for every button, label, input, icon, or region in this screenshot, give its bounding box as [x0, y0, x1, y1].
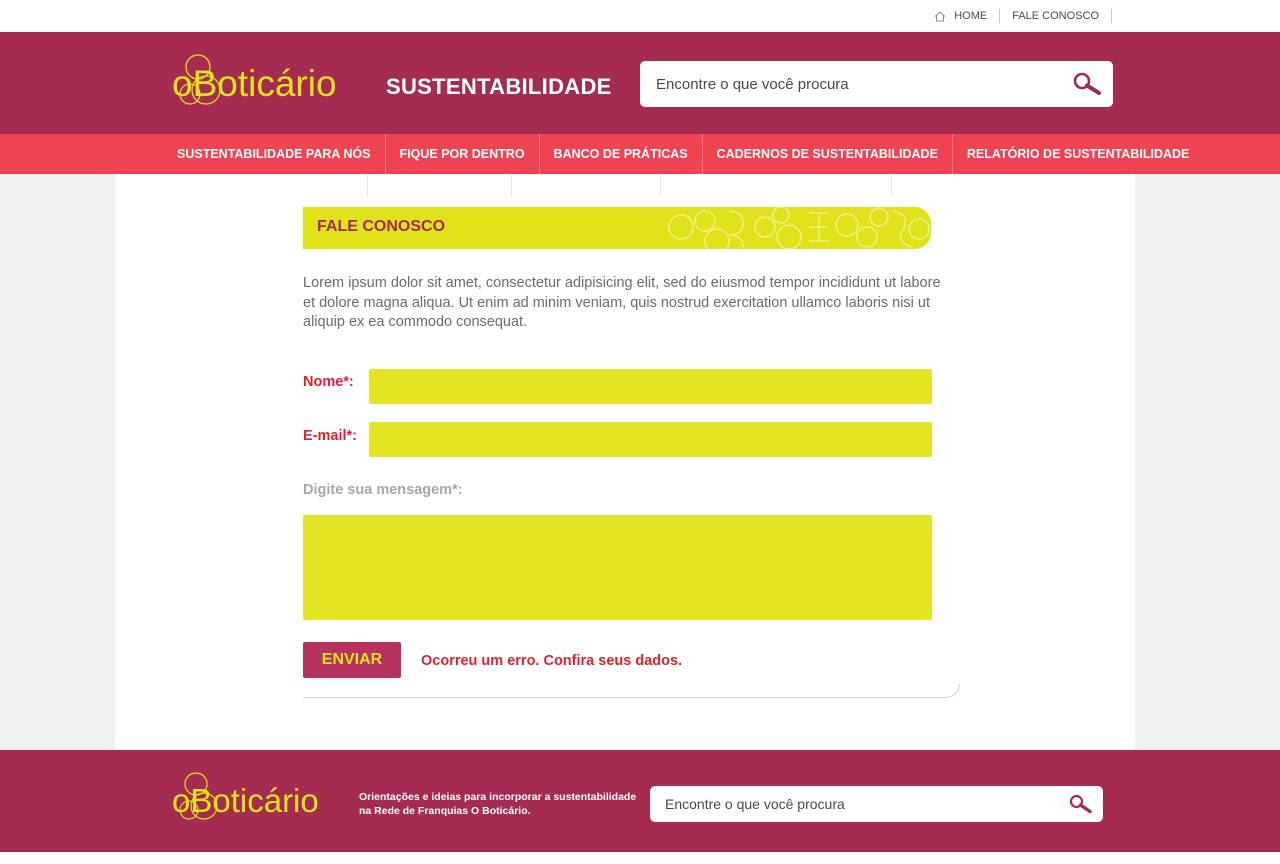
name-input[interactable] — [369, 369, 932, 404]
brand-logo[interactable]: oBoticário — [172, 50, 344, 114]
site-header: oBoticário SUSTENTABILIDADE — [0, 32, 1280, 134]
footer-search — [650, 786, 1103, 822]
name-label: Nome*: — [303, 374, 354, 390]
error-message: Ocorreu um erro. Confira seus dados. — [421, 653, 683, 669]
home-link-label: HOME — [954, 10, 988, 22]
footer-search-input[interactable] — [650, 796, 1059, 812]
header-search-input[interactable] — [640, 75, 1063, 93]
nav-item-fique-por-dentro[interactable]: FIQUE POR DENTRO — [386, 134, 540, 174]
top-links: HOME FALE CONOSCO — [922, 9, 1112, 23]
submit-button[interactable]: ENVIAR — [303, 642, 401, 678]
intro-text: Lorem ipsum dolor sit amet, consectetur … — [303, 275, 941, 330]
magnifier-icon — [1073, 72, 1101, 95]
magnifier-icon — [1069, 794, 1092, 814]
svg-text:oBoticário: oBoticário — [172, 63, 337, 104]
top-utility-bar: HOME FALE CONOSCO — [0, 0, 1280, 32]
nav-item-cadernos[interactable]: CADERNOS DE SUSTENTABILIDADE — [703, 134, 953, 174]
divider — [367, 174, 368, 196]
page-title-banner: FALE CONOSCO — [303, 207, 931, 249]
nav-item-relatorio[interactable]: RELATÓRIO DE SUSTENTABILIDADE — [953, 134, 1203, 174]
footer-tagline: Orientações e ideias para incorporar a s… — [359, 791, 637, 817]
site-footer: oBoticário Orientações e ideias para inc… — [0, 750, 1280, 852]
footer-search-button[interactable] — [1059, 786, 1103, 822]
header-search — [640, 61, 1113, 107]
message-label: Digite sua mensagem*: — [303, 482, 463, 498]
boticario-logo: oBoticário — [172, 54, 337, 105]
message-textarea[interactable] — [303, 515, 932, 620]
footer-bottom-strip — [0, 852, 1280, 864]
boticario-logo: oBoticário — [172, 772, 319, 820]
footer-logo[interactable]: oBoticário — [172, 770, 332, 830]
decorative-pattern — [668, 207, 930, 249]
house-icon — [934, 10, 946, 21]
nav-item-banco-de-praticas[interactable]: BANCO DE PRÁTICAS — [540, 134, 703, 174]
divider — [511, 174, 512, 196]
section-title: SUSTENTABILIDADE — [386, 74, 612, 99]
main-nav: SUSTENTABILIDADE PARA NÓS FIQUE POR DENT… — [0, 134, 1280, 174]
email-label: E-mail*: — [303, 428, 357, 444]
header-search-button[interactable] — [1063, 61, 1113, 107]
contact-link-label: FALE CONOSCO — [1012, 10, 1099, 22]
main-content: FALE CONOSCO Lorem ipsum dolor sit amet,… — [115, 174, 1135, 750]
email-input[interactable] — [369, 422, 932, 457]
nav-item-sustentabilidade-para-nos[interactable]: SUSTENTABILIDADE PARA NÓS — [163, 134, 386, 174]
page-title: FALE CONOSCO — [317, 218, 446, 235]
divider — [891, 174, 892, 196]
form-bottom-border — [303, 684, 960, 698]
home-link[interactable]: HOME — [922, 9, 1001, 23]
svg-text:oBoticário: oBoticário — [172, 782, 319, 819]
divider — [660, 174, 661, 196]
contact-link[interactable]: FALE CONOSCO — [1000, 9, 1112, 23]
